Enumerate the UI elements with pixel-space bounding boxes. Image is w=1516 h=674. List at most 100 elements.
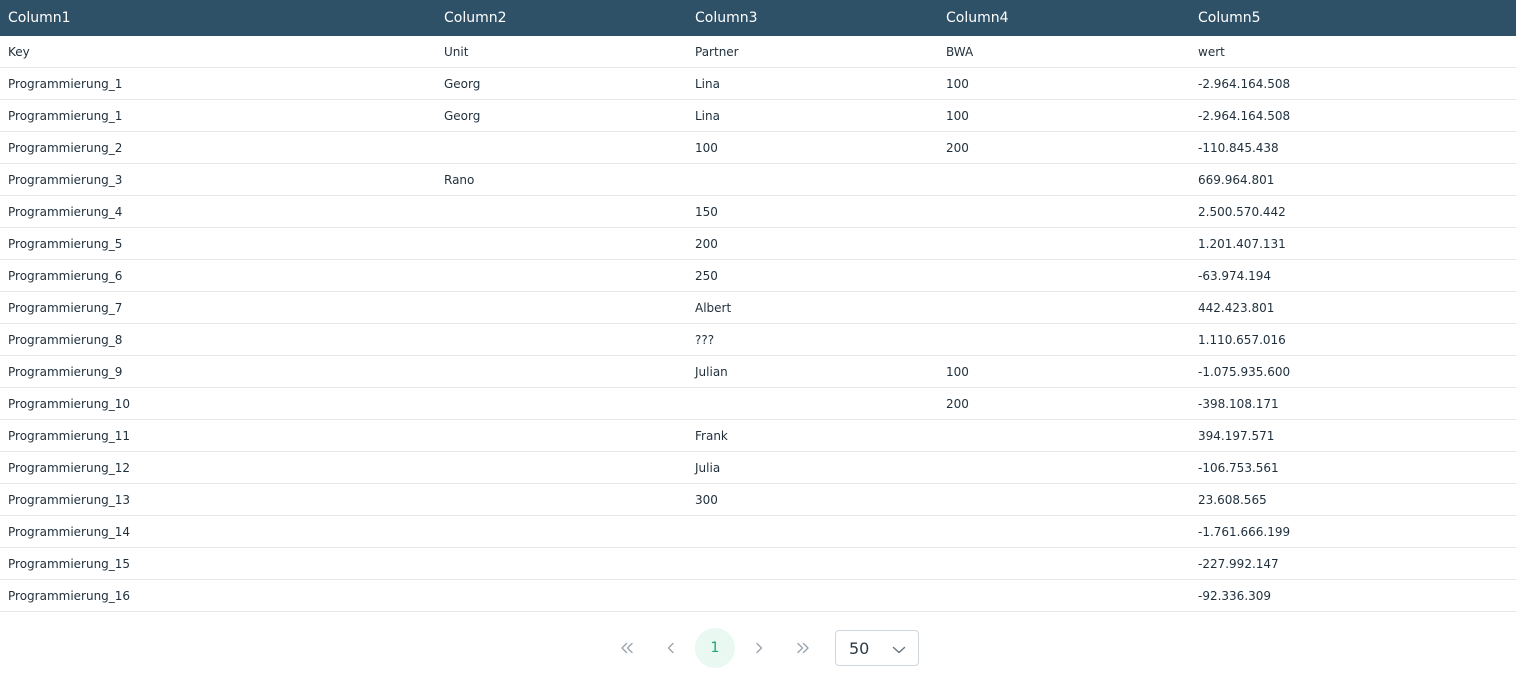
table-cell-col1: Programmierung_6	[8, 268, 123, 283]
table-cell-col3: 300	[695, 492, 718, 507]
table-cell-col5: -1.761.666.199	[1198, 524, 1291, 539]
table-cell-col4	[938, 164, 1190, 196]
table-cell-col3: 100	[695, 140, 718, 155]
table-cell-col4	[938, 196, 1190, 228]
chevron-right-icon	[755, 642, 763, 654]
table-row[interactable]: Programmierung_13 300 23.608.565	[0, 484, 1516, 516]
table-row[interactable]: Programmierung_7 Albert 442.423.801	[0, 292, 1516, 324]
table-row[interactable]: Programmierung_16 -92.336.309	[0, 580, 1516, 612]
data-table-container: Column1 Column2 Column3 Column4 Column5 …	[0, 0, 1516, 612]
table-cell-col4	[938, 292, 1190, 324]
table-row[interactable]: Programmierung_1 Georg Lina 100 -2.964.164.5…	[0, 68, 1516, 100]
table-row[interactable]: Programmierung_10 200 -398.108.171	[0, 388, 1516, 420]
table-cell-col2	[436, 580, 687, 612]
table-cell-col1: Programmierung_8	[8, 332, 123, 347]
table-cell-col5: 23.608.565	[1198, 492, 1267, 507]
table-row-subheader[interactable]: Key Unit Partner BWA wert	[0, 36, 1516, 68]
column-header-1[interactable]: Column1	[0, 0, 436, 36]
table-cell-col2: Unit	[444, 44, 469, 59]
table-cell-col5: 669.964.801	[1198, 172, 1275, 187]
table-body: Key Unit Partner BWA wert Programmierung_1 Geo…	[0, 36, 1516, 612]
table-cell-col5: 442.423.801	[1198, 300, 1275, 315]
table-cell-col1: Programmierung_7	[8, 300, 123, 315]
last-page-button[interactable]	[783, 628, 823, 668]
table-row[interactable]: Programmierung_11 Frank 394.197.571	[0, 420, 1516, 452]
table-cell-col5: wert	[1198, 44, 1225, 59]
table-cell-col2	[436, 516, 687, 548]
table-row[interactable]: Programmierung_5 200 1.201.407.131	[0, 228, 1516, 260]
chevron-down-icon	[892, 639, 906, 658]
rows-per-page-select[interactable]: 50	[835, 630, 919, 666]
table-cell-col1: Programmierung_3	[8, 172, 123, 187]
table-cell-col4	[938, 260, 1190, 292]
table-cell-col4	[938, 580, 1190, 612]
table-cell-col2	[436, 196, 687, 228]
page-button-current[interactable]: 1	[695, 628, 735, 668]
column-header-3[interactable]: Column3	[687, 0, 938, 36]
table-cell-col1: Programmierung_5	[8, 236, 123, 251]
column-header-2[interactable]: Column2	[436, 0, 687, 36]
table-row[interactable]: Programmierung_9 Julian 100 -1.075.935.600	[0, 356, 1516, 388]
table-cell-col5: -92.336.309	[1198, 588, 1272, 603]
table-cell-col3: 200	[695, 236, 718, 251]
table-cell-col1: Programmierung_13	[8, 492, 131, 507]
table-cell-col1: Programmierung_11	[8, 428, 131, 443]
table-row[interactable]: Programmierung_15 -227.992.147	[0, 548, 1516, 580]
table-cell-col2	[436, 228, 687, 260]
table-cell-col2	[436, 452, 687, 484]
prev-page-button[interactable]	[651, 628, 691, 668]
double-chevron-right-icon	[796, 642, 810, 654]
table-cell-col1: Programmierung_4	[8, 204, 123, 219]
table-cell-col4	[938, 420, 1190, 452]
column-header-4[interactable]: Column4	[938, 0, 1190, 36]
table-row[interactable]: Programmierung_8??? 1.110.657.016	[0, 324, 1516, 356]
table-cell-col3: 150	[695, 204, 718, 219]
column-header-5[interactable]: Column5	[1190, 0, 1516, 36]
table-cell-col5: -110.845.438	[1198, 140, 1279, 155]
table-cell-col2: Georg	[444, 108, 481, 123]
table-cell-col1: Programmierung_9	[8, 364, 123, 379]
data-table: Column1 Column2 Column3 Column4 Column5 …	[0, 0, 1516, 612]
table-cell-col3	[687, 388, 938, 420]
table-cell-col3: Lina	[695, 76, 720, 91]
table-cell-col4	[938, 548, 1190, 580]
table-row[interactable]: Programmierung_2 100 200 -110.845.438	[0, 132, 1516, 164]
rows-per-page-value: 50	[849, 638, 870, 658]
table-cell-col2	[436, 324, 687, 356]
table-cell-col2	[436, 356, 687, 388]
table-row[interactable]: Programmierung_14 -1.761.666.199	[0, 516, 1516, 548]
table-cell-col4: 100	[946, 76, 969, 91]
table-cell-col2	[436, 292, 687, 324]
table-cell-col2	[436, 132, 687, 164]
table-cell-col4	[938, 484, 1190, 516]
table-row[interactable]: Programmierung_6 250 -63.974.194	[0, 260, 1516, 292]
table-cell-col4: 200	[946, 396, 969, 411]
table-cell-col1: Key	[8, 44, 30, 59]
table-cell-col1: Programmierung_2	[8, 140, 123, 155]
table-cell-col3: Julia	[695, 460, 721, 475]
table-cell-col1: Programmierung_14	[8, 524, 131, 539]
table-row[interactable]: Programmierung_1 Georg Lina 100 -2.964.164.5…	[0, 100, 1516, 132]
table-cell-col2	[436, 548, 687, 580]
table-cell-col5: -2.964.164.508	[1198, 76, 1291, 91]
table-cell-col2	[436, 388, 687, 420]
table-cell-col5: -1.075.935.600	[1198, 364, 1291, 379]
table-cell-col3	[687, 548, 938, 580]
table-row[interactable]: Programmierung_3 Rano 669.964.801	[0, 164, 1516, 196]
table-cell-col1: Programmierung_10	[8, 396, 131, 411]
table-cell-col2: Rano	[444, 172, 475, 187]
table-cell-col3	[687, 516, 938, 548]
table-cell-col1: Programmierung_12	[8, 460, 131, 475]
table-cell-col2	[436, 484, 687, 516]
table-cell-col5: 394.197.571	[1198, 428, 1275, 443]
table-cell-col5: 2.500.570.442	[1198, 204, 1286, 219]
next-page-button[interactable]	[739, 628, 779, 668]
table-row[interactable]: Programmierung_12 Julia -106.753.561	[0, 452, 1516, 484]
table-cell-col5: -398.108.171	[1198, 396, 1279, 411]
table-row[interactable]: Programmierung_4 150 2.500.570.442	[0, 196, 1516, 228]
table-cell-col3: Lina	[695, 108, 720, 123]
table-cell-col4: BWA	[946, 44, 974, 59]
table-cell-col4	[938, 324, 1190, 356]
first-page-button[interactable]	[607, 628, 647, 668]
table-cell-col3: 250	[695, 268, 718, 283]
